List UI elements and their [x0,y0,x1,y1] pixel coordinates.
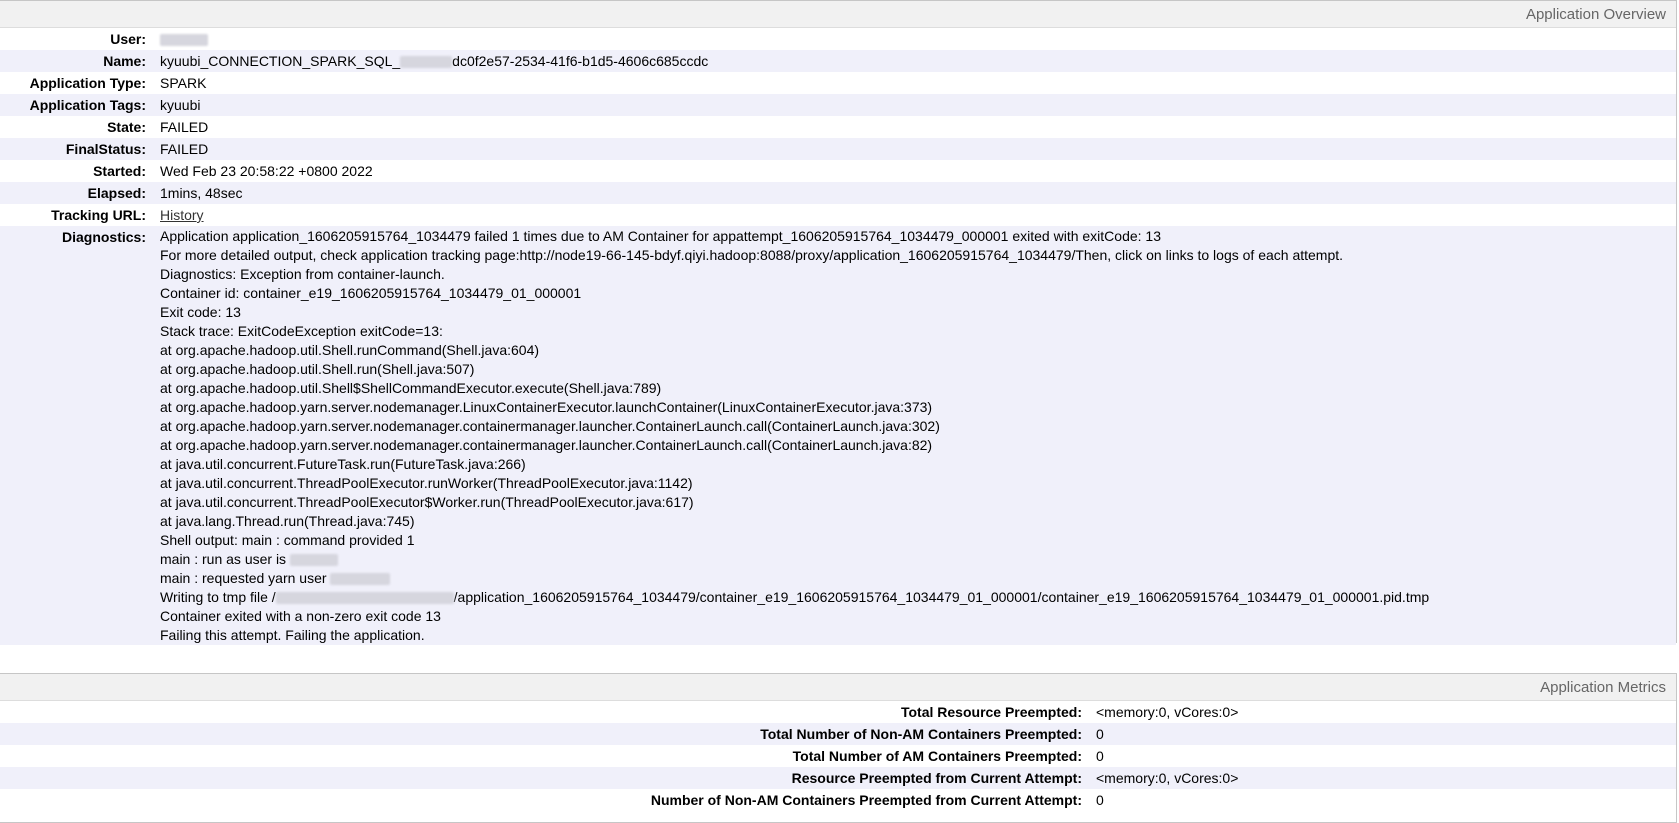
diag-line: at org.apache.hadoop.yarn.server.nodeman… [160,399,933,415]
application-metrics-panel: Application Metrics Total Resource Preem… [0,673,1677,823]
diag-line: at java.util.concurrent.ThreadPoolExecut… [160,494,694,510]
row-application-type: Application Type: SPARK [0,72,1676,94]
name-prefix: kyuubi_CONNECTION_SPARK_SQL_ [160,53,401,69]
application-tags-label: Application Tags: [29,97,146,113]
metric-label: Resource Preempted from Current Attempt: [791,770,1082,786]
redacted-user [289,554,338,567]
row-elapsed: Elapsed: 1mins, 48sec [0,182,1676,204]
diag-line: at org.apache.hadoop.util.Shell$ShellCom… [160,380,662,396]
state-label: State: [107,119,146,135]
final-status-value: FAILED [160,141,209,157]
diag-line: Stack trace: ExitCodeException exitCode=… [160,323,443,339]
diag-line: at java.util.concurrent.ThreadPoolExecut… [160,475,693,491]
metrics-row: Number of Non-AM Containers Preempted fr… [0,789,1676,811]
diag-run-as-line: main : run as user is [160,550,1676,569]
row-started: Started: Wed Feb 23 20:58:22 +0800 2022 [0,160,1676,182]
diag-tmp-suffix: /application_1606205915764_1034479/conta… [453,589,1430,605]
row-diagnostics: Diagnostics: Application application_160… [0,226,1676,645]
diag-tmp-prefix: Writing to tmp file / [160,589,276,605]
tracking-url-label: Tracking URL: [51,207,146,223]
overview-table: User: Name: kyuubi_CONNECTION_SPARK_SQL_… [0,28,1676,645]
name-label: Name: [103,53,146,69]
redacted-user [160,34,208,47]
application-type-label: Application Type: [29,75,146,91]
diag-line: at java.util.concurrent.FutureTask.run(F… [160,456,526,472]
diag-requested-text: main : requested yarn user [160,570,327,586]
name-value: kyuubi_CONNECTION_SPARK_SQL_ dc0f2e57-253… [160,50,1676,72]
started-value: Wed Feb 23 20:58:22 +0800 2022 [160,163,373,179]
application-overview-title: Application Overview [0,1,1676,28]
elapsed-label: Elapsed: [87,185,146,201]
redacted-user [330,573,391,586]
metric-value: <memory:0, vCores:0> [1096,704,1239,720]
metric-value: 0 [1096,726,1104,742]
row-state: State: FAILED [0,116,1676,138]
final-status-label: FinalStatus: [65,141,146,157]
diag-line: at org.apache.hadoop.util.Shell.run(Shel… [160,361,475,377]
metric-value: <memory:0, vCores:0> [1096,770,1239,786]
started-label: Started: [93,163,146,179]
metric-label: Number of Non-AM Containers Preempted fr… [650,792,1082,808]
application-metrics-title: Application Metrics [0,674,1676,701]
tracking-url-cell: History [160,204,1676,226]
redacted-path [275,592,454,605]
diag-line: at org.apache.hadoop.yarn.server.nodeman… [160,437,933,453]
diag-line: Application application_1606205915764_10… [160,228,1161,244]
diag-run-as-text: main : run as user is [160,551,287,567]
user-value [160,28,1676,50]
diag-line: Exit code: 13 [160,304,241,320]
diagnostics-value: Application application_1606205915764_10… [160,226,1676,645]
diag-line: at java.lang.Thread.run(Thread.java:745) [160,513,415,529]
diag-requested-line: main : requested yarn user [160,569,1676,588]
application-overview-panel: Application Overview User: Name: kyuubi_… [0,0,1677,645]
diag-tmp-file-line: Writing to tmp file / /application_160620… [160,588,1676,607]
user-label: User: [110,31,146,47]
row-tracking-url: Tracking URL: History [0,204,1676,226]
diag-line: Diagnostics: Exception from container-la… [160,266,445,282]
row-application-tags: Application Tags: kyuubi [0,94,1676,116]
diagnostics-label: Diagnostics: [61,229,146,245]
state-value: FAILED [160,119,209,135]
diag-line: Container id: container_e19_160620591576… [160,285,582,301]
metrics-row: Total Resource Preempted: <memory:0, vCo… [0,701,1676,723]
metric-label: Total Number of AM Containers Preempted: [792,748,1082,764]
history-link[interactable]: History [160,207,204,223]
metrics-row: Total Number of Non-AM Containers Preemp… [0,723,1676,745]
diag-line: at org.apache.hadoop.util.Shell.runComma… [160,342,540,358]
metric-label: Total Resource Preempted: [900,704,1082,720]
diag-line: Shell output: main : command provided 1 [160,532,415,548]
metric-label: Total Number of Non-AM Containers Preemp… [760,726,1082,742]
application-type-value: SPARK [160,75,207,91]
metric-value: 0 [1096,792,1104,808]
diag-line: Container exited with a non-zero exit co… [160,608,441,624]
elapsed-value: 1mins, 48sec [160,185,243,201]
diag-line: Failing this attempt. Failing the applic… [160,627,425,643]
metrics-row: Resource Preempted from Current Attempt:… [0,767,1676,789]
redacted-name [400,56,453,69]
row-user: User: [0,28,1676,50]
row-name: Name: kyuubi_CONNECTION_SPARK_SQL_ dc0f2e… [0,50,1676,72]
metrics-table: Total Resource Preempted: <memory:0, vCo… [0,701,1676,811]
name-suffix: dc0f2e57-2534-41f6-b1d5-4606c685ccdc [452,53,709,69]
application-tags-value: kyuubi [160,97,201,113]
metrics-row: Total Number of AM Containers Preempted:… [0,745,1676,767]
diag-line: at org.apache.hadoop.yarn.server.nodeman… [160,418,940,434]
metric-value: 0 [1096,748,1104,764]
row-final-status: FinalStatus: FAILED [0,138,1676,160]
diag-line: For more detailed output, check applicat… [160,247,1344,263]
